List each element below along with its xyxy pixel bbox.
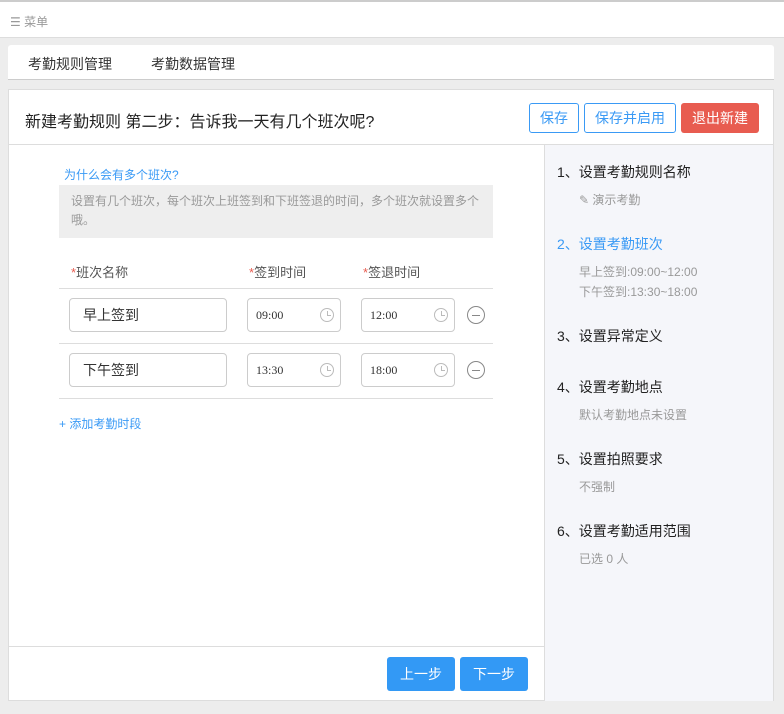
clock-icon bbox=[434, 308, 448, 322]
tab-bar: 考勤规则管理 考勤数据管理 bbox=[8, 45, 774, 80]
tab-data-management[interactable]: 考勤数据管理 bbox=[151, 54, 235, 74]
step-4[interactable]: 4、设置考勤地点 bbox=[557, 377, 663, 397]
step-6[interactable]: 6、设置考勤适用范围 bbox=[557, 521, 691, 541]
clock-icon bbox=[320, 308, 334, 322]
checkin-time-input[interactable]: 13:30 bbox=[247, 353, 341, 387]
checkin-time-input[interactable]: 09:00 bbox=[247, 298, 341, 332]
next-step-button[interactable]: 下一步 bbox=[460, 657, 528, 691]
tip-box: 设置有几个班次，每个班次上班签到和下班签退的时间，多个班次就设置多个哦。 bbox=[59, 185, 493, 238]
prev-step-button[interactable]: 上一步 bbox=[387, 657, 455, 691]
remove-shift-icon[interactable] bbox=[467, 361, 485, 379]
steps-panel: 1、设置考勤规则名称 ✎ 演示考勤 2、设置考勤班次 早上签到:09:00~12… bbox=[544, 145, 773, 701]
why-link[interactable]: 为什么会有多个班次? bbox=[64, 166, 179, 183]
menu-button[interactable]: ☰ 菜单 bbox=[10, 13, 48, 30]
checkout-time-input[interactable]: 18:00 bbox=[361, 353, 455, 387]
step-4-detail: 默认考勤地点未设置 bbox=[579, 408, 688, 422]
col-in: *签到时间 bbox=[249, 265, 307, 280]
remove-shift-icon[interactable] bbox=[467, 306, 485, 324]
save-button[interactable]: 保存 bbox=[529, 103, 579, 133]
add-shift-link[interactable]: + 添加考勤时段 bbox=[59, 415, 141, 432]
clock-icon bbox=[434, 363, 448, 377]
step-2-detail: 早上签到:09:00~12:00 bbox=[579, 265, 698, 279]
step-2[interactable]: 2、设置考勤班次 bbox=[557, 234, 663, 254]
top-bar: ☰ 菜单 bbox=[0, 0, 784, 38]
page-title: 新建考勤规则 第二步：告诉我一天有几个班次呢? bbox=[25, 114, 375, 131]
col-name: *班次名称 bbox=[71, 265, 129, 280]
step-1-detail: ✎ 演示考勤 bbox=[579, 193, 641, 207]
hamburger-icon: ☰ bbox=[10, 15, 21, 29]
step-5-detail: 不强制 bbox=[579, 480, 616, 494]
divider bbox=[59, 398, 493, 399]
save-enable-button[interactable]: 保存并启用 bbox=[584, 103, 676, 133]
exit-button[interactable]: 退出新建 bbox=[681, 103, 759, 133]
rule-card: 新建考勤规则 第二步：告诉我一天有几个班次呢? 保存 保存并启用 退出新建 为什… bbox=[8, 89, 774, 701]
divider bbox=[59, 343, 493, 344]
footer-divider bbox=[9, 646, 544, 647]
step-3[interactable]: 3、设置异常定义 bbox=[557, 326, 663, 346]
step-1[interactable]: 1、设置考勤规则名称 bbox=[557, 162, 691, 182]
clock-icon bbox=[320, 363, 334, 377]
step-2-detail: 下午签到:13:30~18:00 bbox=[579, 285, 698, 299]
divider bbox=[59, 288, 493, 289]
col-out: *签退时间 bbox=[363, 265, 421, 280]
shift-name-input[interactable]: 早上签到 bbox=[69, 298, 227, 332]
tab-rule-management[interactable]: 考勤规则管理 bbox=[28, 54, 112, 74]
step-5[interactable]: 5、设置拍照要求 bbox=[557, 449, 663, 469]
step-6-detail: 已选 0 人 bbox=[579, 552, 629, 566]
pencil-icon: ✎ bbox=[579, 193, 590, 207]
shift-name-input[interactable]: 下午签到 bbox=[69, 353, 227, 387]
checkout-time-input[interactable]: 12:00 bbox=[361, 298, 455, 332]
card-header: 新建考勤规则 第二步：告诉我一天有几个班次呢? 保存 保存并启用 退出新建 bbox=[9, 90, 773, 145]
